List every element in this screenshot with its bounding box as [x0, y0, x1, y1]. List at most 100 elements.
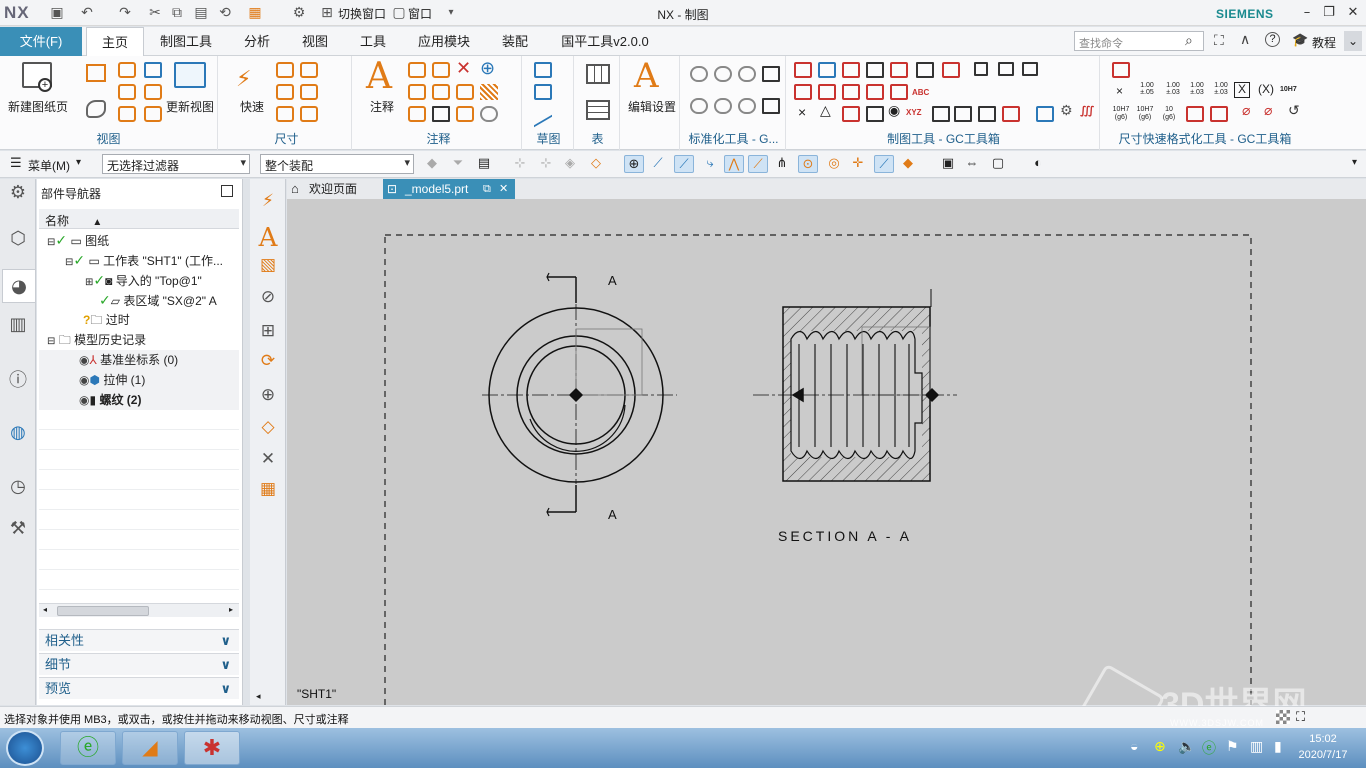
- update-views-icon[interactable]: [174, 62, 206, 88]
- panel-preview[interactable]: 预览: [39, 677, 239, 700]
- fit-label-1[interactable]: 10H7: [1280, 86, 1297, 93]
- gc-tool-22-icon[interactable]: [954, 106, 972, 122]
- gc-triangle-icon[interactable]: △: [820, 102, 831, 119]
- dim-format-x-icon[interactable]: ×: [1116, 84, 1123, 98]
- gc-x-icon[interactable]: ×: [798, 104, 806, 120]
- gc-tool-5-icon[interactable]: [890, 62, 908, 78]
- snap-point-icon[interactable]: ◇: [586, 155, 606, 173]
- snap-midpoint-icon[interactable]: ⋀: [724, 155, 744, 173]
- note-button[interactable]: 注释: [362, 98, 402, 115]
- snap-line-icon[interactable]: ⟋: [648, 155, 668, 173]
- overflow-icon[interactable]: ▾: [1352, 157, 1357, 168]
- maximize-icon[interactable]: [221, 185, 233, 197]
- tolerance-label-1[interactable]: 1.00 ±.05: [1136, 82, 1158, 96]
- update-view-icon[interactable]: ⟳: [256, 351, 280, 375]
- thickness-dimension-icon[interactable]: [276, 106, 294, 122]
- system-materials-icon[interactable]: ⚒: [6, 517, 30, 541]
- parts-list-icon[interactable]: [586, 100, 610, 120]
- gc-tool-24-icon[interactable]: [1002, 106, 1020, 122]
- tabular-note-icon[interactable]: [586, 64, 610, 84]
- restore-icon[interactable]: ❐: [1320, 5, 1338, 21]
- fullscreen-icon[interactable]: ⛶: [1214, 32, 1224, 49]
- command-finder-icon[interactable]: ⚙: [290, 4, 308, 22]
- horizontal-scrollbar[interactable]: ◂ ▸: [39, 603, 239, 617]
- panel-details[interactable]: 细节: [39, 653, 239, 676]
- gc-tool-3-icon[interactable]: [842, 62, 860, 78]
- fit-label-3[interactable]: 10H7 (g6): [1134, 106, 1156, 122]
- gc-tool-10-icon[interactable]: [1022, 62, 1038, 76]
- tree-item-sheet[interactable]: ⊟✓ ▭ 工作表 "SHT1" (工作...: [39, 250, 239, 270]
- quick-dimension-icon[interactable]: ⚡: [256, 191, 280, 215]
- section-view-icon[interactable]: [118, 62, 136, 78]
- tray-network-icon[interactable]: ▥: [1250, 738, 1263, 755]
- radial-dimension-icon[interactable]: [300, 62, 318, 78]
- tree-item-datum-csys[interactable]: ◉⅄ 基准坐标系 (0): [39, 350, 239, 370]
- gc-tool-15-icon[interactable]: [890, 84, 908, 100]
- save-icon[interactable]: ▣: [48, 4, 66, 22]
- tray-ie-icon[interactable]: ⓔ: [1202, 738, 1216, 758]
- gc-tool-27-icon[interactable]: ∭: [1080, 104, 1094, 117]
- type-filter-select[interactable]: 无选择过滤器: [102, 154, 250, 174]
- standard-tool-2-icon[interactable]: [714, 66, 732, 82]
- tree-item-outdated[interactable]: ?🗀 过时: [39, 310, 239, 330]
- note-icon[interactable]: A: [366, 56, 392, 97]
- snap-quadrant-icon[interactable]: ◎: [824, 155, 844, 173]
- menu-dropdown-icon[interactable]: ▾: [76, 157, 81, 168]
- surface-finish-icon[interactable]: [408, 84, 426, 100]
- eye-icon[interactable]: ◉: [79, 393, 89, 407]
- tab-model5-prt[interactable]: ⊡ _model5.prt ⧉ ✕: [383, 179, 515, 199]
- gc-tool-2-icon[interactable]: [818, 62, 836, 78]
- column-header-name[interactable]: 名称 ▲: [39, 209, 239, 229]
- cut-icon[interactable]: ✂: [146, 4, 164, 22]
- rapid-dimension-button[interactable]: 快速: [232, 98, 272, 115]
- standard-tool-3-icon[interactable]: [738, 66, 756, 82]
- edit-settings-icon[interactable]: A: [634, 56, 659, 96]
- snap-curve-icon[interactable]: ⤷: [700, 155, 720, 173]
- undo-icon[interactable]: ↶: [78, 4, 96, 22]
- section-line-icon[interactable]: ◇: [256, 417, 280, 441]
- gc-tool-11-icon[interactable]: [794, 84, 812, 100]
- datum-feature-icon[interactable]: [432, 62, 450, 78]
- hatch-icon[interactable]: [480, 84, 498, 100]
- update-views-button[interactable]: 更新视图: [160, 98, 220, 115]
- new-sheet-button[interactable]: 新建图纸页: [4, 98, 72, 115]
- break-view-icon[interactable]: [118, 84, 136, 100]
- gc-tool-21-icon[interactable]: [932, 106, 950, 122]
- window-dropdown-icon[interactable]: ▾: [442, 4, 460, 22]
- standard-tool-6-icon[interactable]: [714, 98, 732, 114]
- fit-label-4[interactable]: 10 (g6): [1158, 106, 1180, 122]
- tray-flag-icon[interactable]: ⚑: [1226, 738, 1239, 755]
- snap-off-1-icon[interactable]: ⊹: [510, 155, 530, 173]
- tab-analysis[interactable]: 分析: [234, 27, 280, 56]
- diameter-2-icon[interactable]: ⌀: [1264, 102, 1272, 119]
- tolerance-label-2[interactable]: 1.00 ±.03: [1162, 82, 1184, 96]
- sketch-icon[interactable]: [534, 62, 552, 78]
- taskbar-app-icon[interactable]: ◢: [122, 731, 178, 765]
- redo-icon[interactable]: ↷: [116, 4, 134, 22]
- view-layout-3-icon[interactable]: ▢: [988, 155, 1008, 173]
- scroll-left-icon[interactable]: ◂: [43, 605, 47, 614]
- tab-welcome-page[interactable]: ⌂ 欢迎页面: [287, 179, 379, 199]
- tray-plus-icon[interactable]: ⊕: [1154, 738, 1166, 755]
- standard-tool-7-icon[interactable]: [738, 98, 756, 114]
- tree-item-extrude[interactable]: ◉⬢ 拉伸 (1): [39, 370, 239, 390]
- gc-circle-icon[interactable]: ◉: [888, 102, 900, 119]
- fullscreen-toggle-icon[interactable]: ⛶: [1296, 709, 1305, 725]
- tab-home[interactable]: 主页: [86, 27, 144, 57]
- switch-window-button[interactable]: 切换窗口: [338, 5, 386, 22]
- snap-intersection-icon[interactable]: ⋔: [772, 155, 792, 173]
- fit-label-2[interactable]: 10H7 (g6): [1110, 106, 1132, 122]
- xyz-label[interactable]: XYZ: [906, 108, 922, 117]
- gc-tool-6-icon[interactable]: [916, 62, 934, 78]
- selection-list-icon[interactable]: ▤: [474, 155, 494, 173]
- new-sheet-small-icon[interactable]: ⊞: [256, 321, 280, 345]
- tab-application[interactable]: 应用模块: [408, 27, 480, 56]
- repeat-command-icon[interactable]: ⟲: [216, 4, 234, 22]
- dim-format-2-icon[interactable]: [1186, 106, 1204, 122]
- help-icon[interactable]: ?: [1265, 32, 1280, 47]
- snap-on-curve-icon[interactable]: ⟋: [874, 155, 894, 173]
- collapse-ribbon-icon[interactable]: ∧: [1240, 31, 1250, 48]
- web-browser-icon[interactable]: ◍: [6, 421, 30, 445]
- part-navigator-icon[interactable]: ◕: [2, 269, 36, 303]
- touch-mode-icon[interactable]: ▦: [246, 4, 264, 22]
